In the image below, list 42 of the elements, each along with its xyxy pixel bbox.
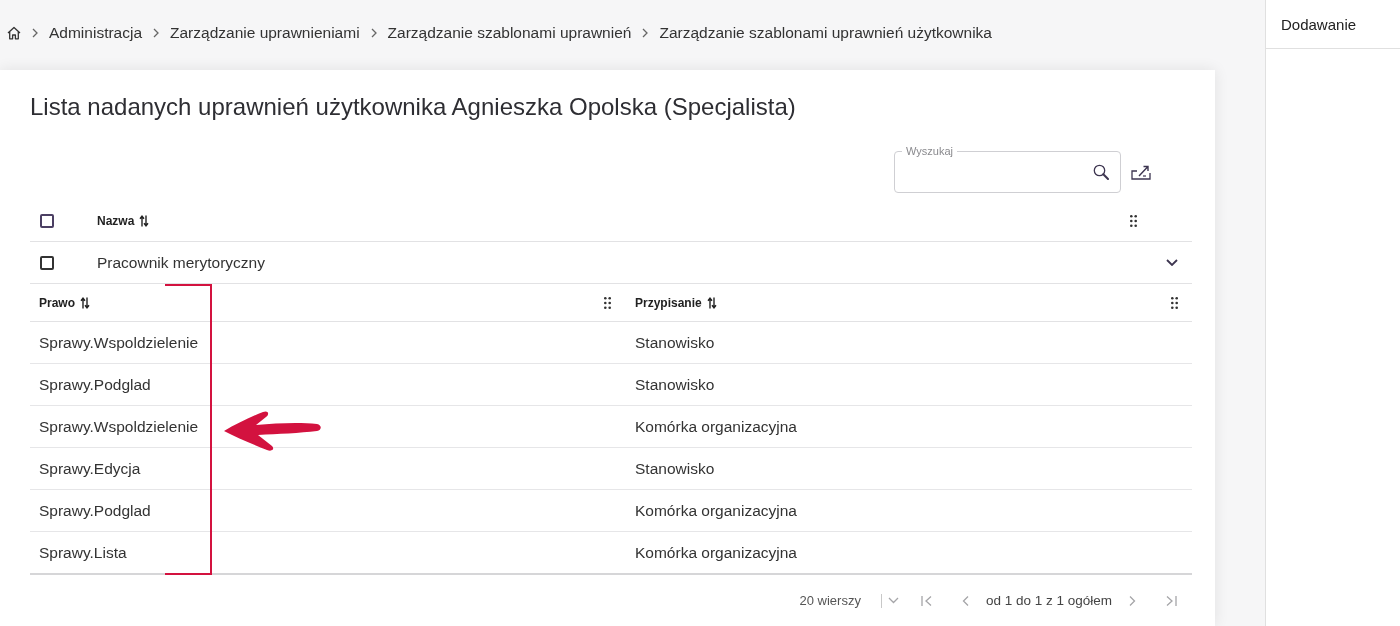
group-name: Pracownik merytoryczny — [97, 253, 265, 272]
sort-icon[interactable] — [139, 214, 150, 227]
drag-handle-icon[interactable] — [604, 296, 611, 309]
sort-icon[interactable] — [80, 296, 90, 309]
page-range: od 1 do 1 z 1 ogółem — [985, 593, 1112, 608]
sort-icon[interactable] — [706, 296, 717, 309]
chevron-right-icon — [642, 28, 649, 38]
chevron-down-icon — [887, 597, 899, 604]
breadcrumb-link[interactable]: Zarządzanie szablonami uprawnień — [387, 24, 632, 42]
table-cell: Stanowisko — [635, 375, 715, 393]
drag-handle-icon[interactable] — [1171, 296, 1178, 309]
drag-handle-icon[interactable] — [1130, 214, 1137, 227]
table-cell: Sprawy.Podglad — [39, 375, 151, 393]
chevron-right-icon — [153, 28, 160, 38]
table-cell: Stanowisko — [635, 333, 715, 351]
breadcrumb-link[interactable]: Zarządzanie uprawnieniami — [170, 24, 360, 42]
chevron-down-icon[interactable] — [1166, 259, 1178, 266]
table-cell: Komórka organizacyjna — [635, 417, 797, 435]
table-cell: Sprawy.Wspoldzielenie — [39, 333, 199, 351]
checkbox[interactable] — [40, 255, 54, 270]
breadcrumb-link[interactable]: Administracja — [49, 24, 143, 42]
page-title: Lista nadanych uprawnień użytkownika Agnieszka Opolska (Specjalista) — [30, 93, 797, 121]
table-cell: Komórka organizacyjna — [635, 543, 797, 561]
search-icon[interactable] — [1093, 164, 1109, 180]
search-field[interactable]: Wyszukaj — [894, 144, 1121, 193]
chevron-right-icon — [370, 28, 377, 38]
rows-per-page-select[interactable]: 20 wierszy — [799, 593, 899, 608]
table-cell: Sprawy.Lista — [39, 543, 127, 561]
table-cell: Sprawy.Podglad — [39, 501, 151, 519]
chevron-right-icon — [32, 28, 38, 38]
column-header[interactable]: Prawo — [39, 295, 75, 310]
table-cell: Sprawy.Wspoldzielenie — [39, 417, 199, 435]
table-cell: Komórka organizacyjna — [635, 501, 797, 519]
column-header[interactable]: Przypisanie — [635, 295, 702, 310]
home-icon[interactable] — [7, 26, 21, 40]
breadcrumb-link[interactable]: Zarządzanie szablonami uprawnień użytkownika — [659, 24, 992, 42]
table-cell: Sprawy.Edycja — [39, 459, 141, 477]
checkbox[interactable] — [40, 213, 54, 228]
panel-title: Dodawanie — [1281, 15, 1357, 33]
column-header[interactable]: Nazwa — [97, 213, 135, 228]
table-cell: Stanowisko — [635, 459, 715, 477]
export-icon[interactable] — [1131, 164, 1151, 180]
